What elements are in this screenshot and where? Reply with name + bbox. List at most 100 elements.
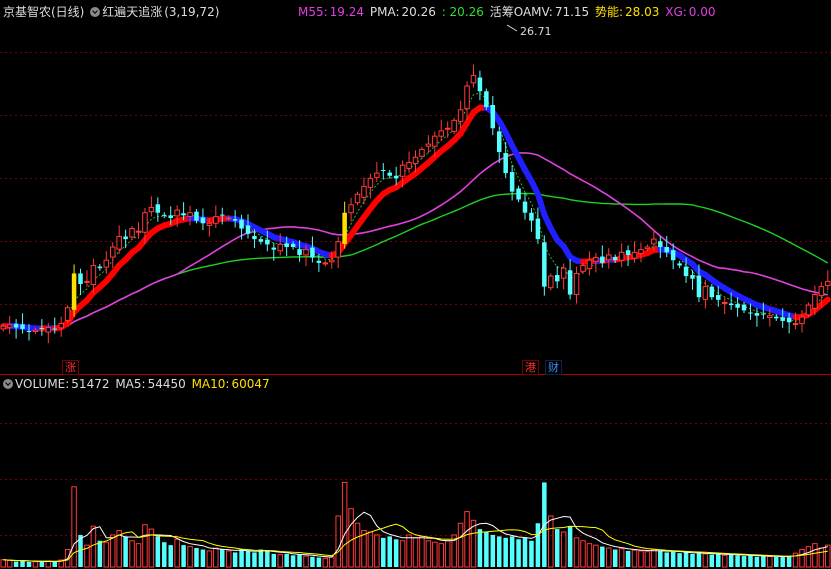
candle-body <box>219 214 225 216</box>
energy-label: 势能: <box>595 5 624 19</box>
indicator-values: M55: 19.24 PMA: 20.26 : 20.26 活筹OAMV: 71.15… <box>298 5 718 19</box>
candle <box>618 243 625 268</box>
volume-bar <box>20 560 25 567</box>
candle-body <box>425 143 432 147</box>
candle <box>600 245 605 268</box>
candle-body <box>277 243 283 252</box>
candle <box>542 235 547 296</box>
candle <box>509 165 515 201</box>
candle-body <box>271 247 277 250</box>
candle-body <box>348 204 354 214</box>
volume-bar <box>690 553 695 567</box>
chevron-down-icon[interactable] <box>3 379 13 389</box>
volume-bar <box>123 536 128 567</box>
volume-bar <box>612 549 618 567</box>
candle <box>464 81 470 120</box>
xg-label: XG: <box>665 5 687 19</box>
candle-body <box>496 131 502 152</box>
candle <box>84 270 90 287</box>
candle-body <box>168 215 173 218</box>
trend-segment <box>818 296 831 308</box>
chevron-down-icon[interactable] <box>90 7 101 17</box>
volume-bar <box>219 549 225 567</box>
candle <box>213 205 219 229</box>
volume-bar <box>239 549 244 567</box>
volume-bar <box>90 525 97 568</box>
volume-bar <box>225 550 232 568</box>
candle <box>484 88 489 110</box>
volume-bar <box>812 543 818 568</box>
volume-bar <box>683 552 689 567</box>
tag-cai[interactable]: 财 <box>545 360 562 375</box>
candle-body <box>618 251 625 261</box>
kline-chart: 26.71 <box>0 24 831 568</box>
candle <box>451 117 457 135</box>
volume-bar <box>399 540 406 568</box>
candle-body <box>664 247 669 253</box>
candle-body <box>412 156 419 165</box>
candle <box>805 302 812 318</box>
candle <box>342 201 347 249</box>
tag-zhang[interactable]: 涨 <box>62 360 79 375</box>
candle <box>716 286 721 307</box>
volume-bar <box>374 534 380 568</box>
ma5-label: MA5: <box>115 377 146 391</box>
candle <box>71 264 77 317</box>
candle-body <box>135 230 142 233</box>
candle <box>310 236 315 263</box>
candle-body <box>690 275 695 279</box>
candle-body <box>548 275 554 289</box>
stock-name: 京基智农(日线) <box>3 5 85 19</box>
green-value: : 20.26 <box>441 5 484 19</box>
volume-bar <box>761 556 766 567</box>
candle-body <box>728 303 734 306</box>
candle <box>773 314 779 321</box>
candle-body <box>200 217 206 224</box>
candle <box>573 266 580 304</box>
volume-bar <box>721 554 728 568</box>
volume-bar <box>341 481 348 568</box>
volume-bar <box>709 554 715 567</box>
volume-bar <box>748 555 753 567</box>
candle-body <box>303 249 309 256</box>
volume-bar <box>290 555 296 567</box>
volume-bar <box>206 550 213 568</box>
volume-bar <box>387 536 392 567</box>
volume-bar <box>702 553 709 568</box>
candle <box>677 260 682 269</box>
candle <box>425 135 432 154</box>
volume-bar <box>490 534 496 567</box>
candle-body <box>78 273 83 284</box>
ma-magenta-line <box>3 152 828 330</box>
volume-bar <box>168 545 173 567</box>
candle-body <box>438 130 445 137</box>
volume-bar <box>213 547 219 568</box>
candle-body <box>181 213 186 216</box>
indicator-name[interactable]: 红遍天追涨 <box>102 5 162 19</box>
energy-value: 28.03 <box>625 5 660 19</box>
volume-bar <box>799 549 805 568</box>
candle-body <box>342 212 347 244</box>
candle <box>554 266 560 289</box>
oamv-label: 活筹OAMV: <box>489 5 553 19</box>
candle-body <box>773 316 779 319</box>
volume-bar <box>773 556 779 567</box>
candle-body <box>58 323 64 329</box>
peak-pointer <box>506 24 518 32</box>
candle <box>123 229 128 249</box>
volume-bar <box>754 556 760 567</box>
candle <box>477 70 483 101</box>
candle-body <box>805 304 812 316</box>
candle <box>721 297 728 315</box>
candle <box>709 284 715 300</box>
tag-gang[interactable]: 港 <box>522 360 539 375</box>
candle-body <box>625 250 631 255</box>
volume-bar <box>457 522 464 568</box>
candle <box>503 141 508 178</box>
candle-body <box>580 265 586 272</box>
candle-body <box>116 235 122 250</box>
candle-body <box>484 91 489 108</box>
volume-bar <box>316 557 322 567</box>
candle-body <box>206 222 213 226</box>
peak-price-label: 26.71 <box>520 25 552 38</box>
